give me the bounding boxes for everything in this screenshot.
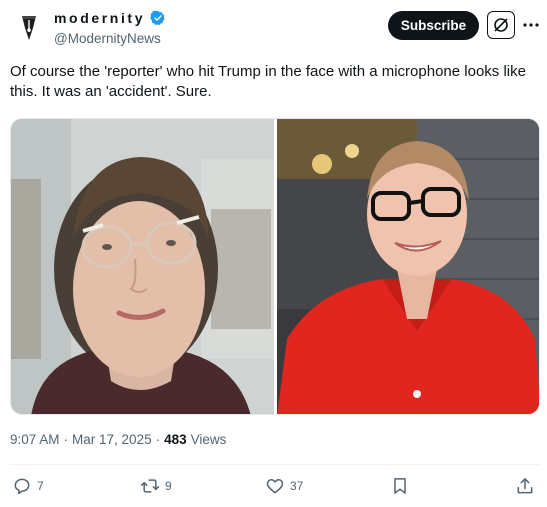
tweet-header: modernity @ModernityNews Subscribe (0, 0, 547, 56)
portrait-photo-right (277, 119, 539, 414)
like-count: 37 (290, 479, 304, 493)
heart-icon (266, 479, 284, 494)
grok-icon (494, 18, 508, 32)
left-photo[interactable] (11, 119, 274, 414)
more-icon (523, 23, 539, 27)
more-button[interactable] (520, 14, 542, 36)
right-photo[interactable] (277, 119, 539, 414)
tweet-date[interactable]: Mar 17, 2025 (72, 432, 152, 447)
author-handle[interactable]: @ModernityNews (54, 31, 161, 46)
bookmark-icon (394, 478, 406, 494)
meta-separator: · (63, 432, 69, 447)
share-icon (517, 478, 533, 494)
author-name-row: modernity (54, 10, 166, 26)
repost-button[interactable]: 9 (140, 476, 172, 496)
bookmark-button[interactable] (390, 476, 410, 496)
tweet-text: Of course the 'reporter' who hit Trump i… (10, 63, 526, 100)
pen-nib-logo-icon (22, 16, 36, 40)
views-count: 483 (164, 432, 187, 447)
grok-button[interactable] (487, 11, 515, 39)
avatar[interactable] (12, 10, 46, 44)
repost-count: 9 (165, 479, 172, 493)
verified-badge-icon (150, 10, 165, 26)
subscribe-button[interactable]: Subscribe (388, 11, 479, 40)
reply-button[interactable]: 7 (12, 476, 44, 496)
tweet-meta: 9:07 AM · Mar 17, 2025 · 483 Views (10, 432, 226, 447)
meta-separator-2: · (155, 432, 161, 447)
tweet-time[interactable]: 9:07 AM (10, 432, 60, 447)
reply-count: 7 (37, 479, 44, 493)
views-label: Views (190, 432, 227, 447)
like-button[interactable]: 37 (265, 476, 303, 496)
divider (10, 464, 540, 465)
display-name[interactable]: modernity (54, 10, 145, 26)
tweet-media[interactable] (10, 118, 540, 415)
share-button[interactable] (515, 476, 535, 496)
repost-icon (140, 479, 160, 493)
reply-icon (14, 478, 30, 495)
portrait-photo-left (11, 119, 274, 414)
action-bar: 7 9 37 (0, 472, 547, 504)
